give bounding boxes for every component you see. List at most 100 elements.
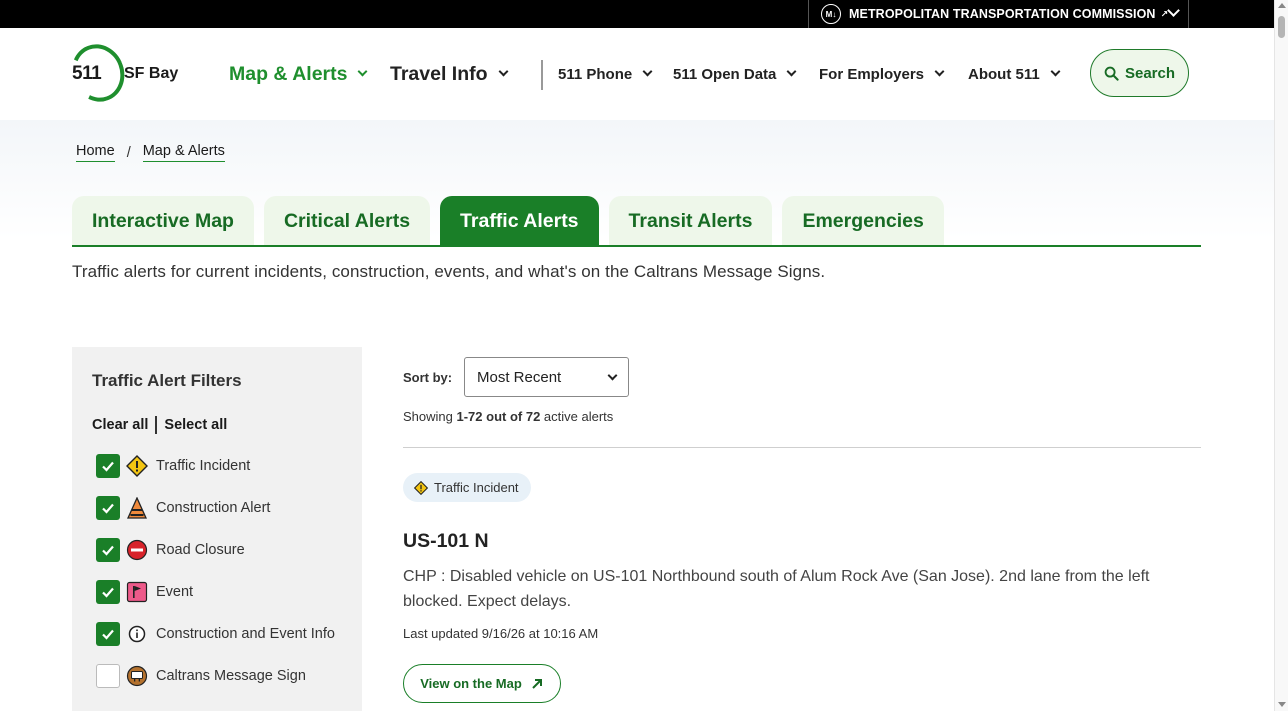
nav-label: Travel Info: [390, 62, 488, 85]
filters-panel: Traffic Alert Filters Clear all Select a…: [72, 347, 362, 711]
results-divider: [403, 447, 1201, 448]
top-bar: M↓ METROPOLITAN TRANSPORTATION COMMISSIO…: [0, 0, 1274, 28]
check-icon: [102, 461, 114, 472]
nav-map-alerts[interactable]: Map & Alerts: [229, 28, 368, 120]
check-icon: [102, 503, 114, 514]
message-sign-icon: [126, 665, 148, 687]
sort-value: Most Recent: [477, 368, 562, 386]
filter-traffic-incident[interactable]: Traffic Incident: [96, 453, 250, 479]
search-button[interactable]: Search: [1090, 49, 1189, 97]
showing-prefix: Showing: [403, 409, 453, 424]
chevron-down-icon: [358, 66, 368, 77]
checkbox-checked[interactable]: [96, 580, 120, 604]
nav-511-phone[interactable]: 511 Phone: [558, 28, 653, 120]
view-on-map-label: View on the Map: [420, 676, 522, 691]
nav-divider: [541, 60, 543, 90]
tab-underline: [72, 245, 1201, 247]
nav-label: About 511: [968, 65, 1040, 83]
sort-label: Sort by:: [403, 370, 453, 385]
scroll-down-icon[interactable]: [1278, 702, 1286, 707]
filter-label: Construction Alert: [156, 500, 271, 516]
alert-updated: Last updated 9/16/26 at 10:16 AM: [403, 626, 599, 641]
search-label: Search: [1124, 64, 1176, 82]
mtc-label: METROPOLITAN TRANSPORTATION COMMISSION: [849, 7, 1156, 21]
alert-category-label: Traffic Incident: [434, 480, 519, 495]
checkbox-checked[interactable]: [96, 538, 120, 562]
showing-range: 1-72 out of 72: [456, 409, 541, 424]
filter-actions-divider: [155, 416, 158, 434]
checkbox-checked[interactable]: [96, 622, 120, 646]
chevron-down-icon: [1167, 4, 1180, 17]
filter-road-closure[interactable]: Road Closure: [96, 537, 245, 563]
chevron-down-icon: [607, 370, 618, 381]
alert-category-badge: Traffic Incident: [403, 473, 531, 502]
construction-alert-icon: [126, 497, 148, 519]
nav-label: Map & Alerts: [229, 62, 348, 85]
chevron-down-icon: [934, 66, 945, 77]
checkbox-checked[interactable]: [96, 454, 120, 478]
alert-title: US-101 N: [403, 530, 489, 552]
showing-suffix: active alerts: [543, 409, 614, 424]
filter-actions: Clear all Select all: [92, 416, 227, 434]
nav-label: For Employers: [819, 65, 925, 83]
checkbox-checked[interactable]: [96, 496, 120, 520]
chevron-down-icon: [498, 66, 508, 77]
tab-emergencies[interactable]: Emergencies: [782, 196, 944, 246]
filter-caltrans-message-sign[interactable]: Caltrans Message Sign: [96, 663, 306, 689]
filter-label: Road Closure: [156, 542, 245, 558]
traffic-incident-icon: [126, 455, 148, 477]
chevron-down-icon: [1050, 66, 1061, 77]
scroll-up-icon[interactable]: [1278, 3, 1286, 8]
nav-about-511[interactable]: About 511: [968, 28, 1061, 120]
breadcrumb-home[interactable]: Home: [76, 143, 115, 162]
filter-label: Caltrans Message Sign: [156, 668, 306, 684]
mtc-menu[interactable]: M↓ METROPOLITAN TRANSPORTATION COMMISSIO…: [808, 0, 1189, 28]
filter-construction-event-info[interactable]: Construction and Event Info: [96, 621, 335, 647]
check-icon: [102, 545, 114, 556]
nav-label: 511 Open Data: [673, 65, 777, 83]
tab-transit-alerts[interactable]: Transit Alerts: [608, 196, 773, 246]
logo-region: SF Bay: [124, 65, 179, 82]
clear-all-button[interactable]: Clear all: [92, 417, 148, 433]
chevron-down-icon: [642, 66, 653, 77]
event-flag-icon: [126, 581, 148, 603]
filter-label: Event: [156, 584, 194, 600]
check-icon: [102, 629, 114, 640]
site-header: 511 SF Bay Map & Alerts Travel Info 511 …: [0, 28, 1274, 120]
tab-critical-alerts[interactable]: Critical Alerts: [263, 196, 431, 246]
breadcrumb: Home / Map & Alerts: [76, 143, 225, 162]
traffic-incident-icon: [414, 480, 428, 495]
chevron-down-icon: [786, 66, 797, 77]
sort-select[interactable]: Most Recent: [464, 357, 629, 397]
tab-traffic-alerts[interactable]: Traffic Alerts: [440, 196, 599, 246]
nav-label: 511 Phone: [558, 65, 633, 83]
road-closure-icon: [126, 539, 148, 561]
nav-511-open-data[interactable]: 511 Open Data: [673, 28, 797, 120]
filter-construction-alert[interactable]: Construction Alert: [96, 495, 270, 521]
search-icon: [1104, 66, 1119, 81]
alert-tabs: Interactive Map Critical Alerts Traffic …: [72, 196, 954, 246]
nav-travel-info[interactable]: Travel Info: [390, 28, 508, 120]
select-all-button[interactable]: Select all: [164, 417, 227, 433]
site-logo[interactable]: 511 SF Bay: [63, 36, 180, 110]
intro-text: Traffic alerts for current incidents, co…: [72, 262, 826, 281]
tab-interactive-map[interactable]: Interactive Map: [72, 196, 254, 246]
results-count: Showing 1-72 out of 72 active alerts: [403, 409, 613, 424]
view-on-map-button[interactable]: View on the Map: [403, 664, 561, 703]
page-scrollbar[interactable]: [1274, 0, 1288, 711]
breadcrumb-separator: /: [126, 144, 131, 161]
checkbox-unchecked[interactable]: [96, 664, 120, 688]
arrow-up-right-icon: [532, 678, 542, 689]
breadcrumb-map-alerts[interactable]: Map & Alerts: [142, 143, 225, 162]
alert-description: CHP : Disabled vehicle on US-101 Northbo…: [403, 568, 1150, 610]
scroll-thumb[interactable]: [1278, 16, 1285, 38]
filter-label: Construction and Event Info: [156, 626, 335, 642]
check-icon: [102, 587, 114, 598]
filter-label: Traffic Incident: [156, 458, 251, 474]
filters-title: Traffic Alert Filters: [92, 371, 242, 390]
nav-for-employers[interactable]: For Employers: [819, 28, 945, 120]
mtc-logo-icon: M↓: [821, 4, 841, 24]
info-icon: [126, 623, 148, 645]
filter-event[interactable]: Event: [96, 579, 193, 605]
logo-number: 511: [72, 63, 102, 84]
